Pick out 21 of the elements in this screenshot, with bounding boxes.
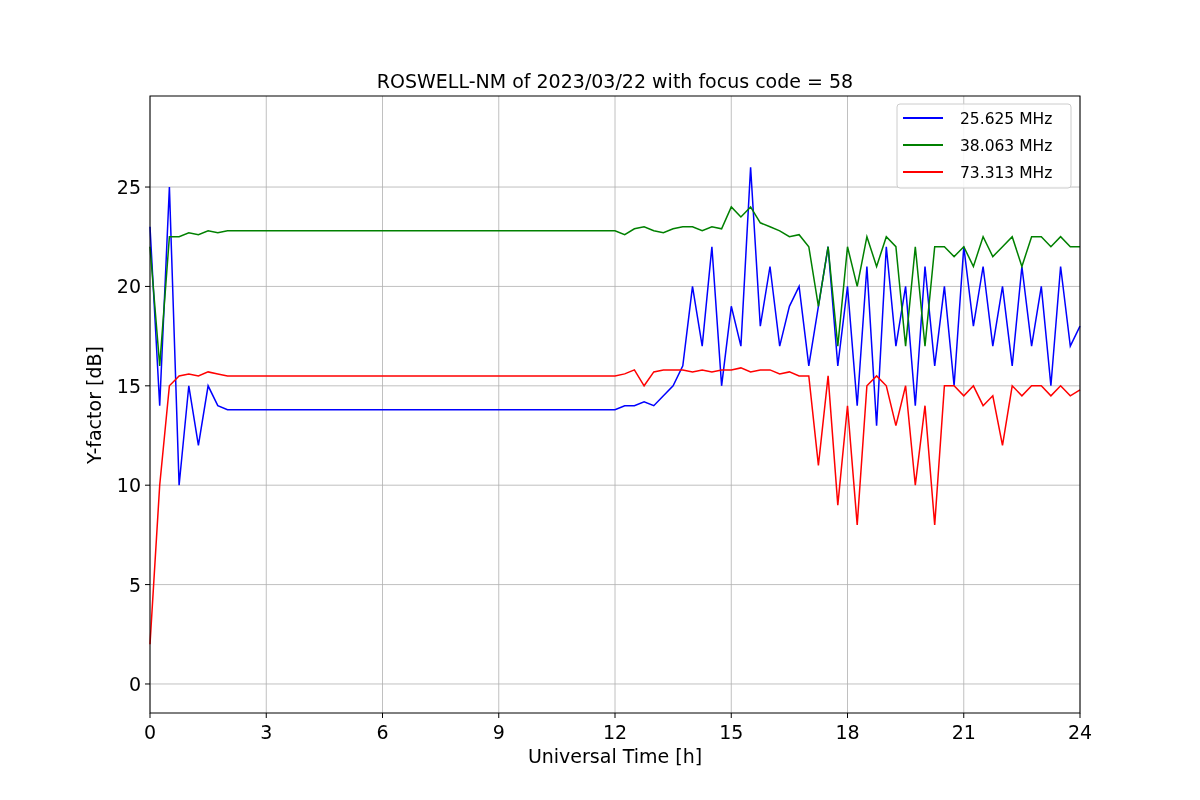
tick-label: 18 bbox=[835, 721, 860, 743]
y-axis-label: Y-factor [dB] bbox=[83, 346, 105, 464]
tick-label: 15 bbox=[116, 374, 141, 397]
tick-label: 5 bbox=[128, 573, 141, 596]
legend-label: 25.625 MHz bbox=[960, 110, 1053, 128]
tick-label: 21 bbox=[951, 721, 976, 743]
legend-label: 38.063 MHz bbox=[960, 137, 1053, 155]
tick-label: 6 bbox=[376, 721, 389, 743]
tick-label: 0 bbox=[143, 721, 157, 743]
legend-label: 73.313 MHz bbox=[960, 164, 1053, 182]
tick-label: 9 bbox=[492, 721, 505, 743]
tick-label: 24 bbox=[1067, 721, 1093, 743]
tick-label: 3 bbox=[260, 721, 273, 743]
chart-title: ROSWELL-NM of 2023/03/22 with focus code = 58 bbox=[376, 70, 854, 92]
tick-label: 25 bbox=[116, 176, 141, 199]
tick-label: 0 bbox=[128, 673, 141, 695]
tick-label: 10 bbox=[116, 474, 141, 497]
tick-label: 20 bbox=[116, 275, 141, 298]
tick-label: 12 bbox=[602, 721, 628, 743]
x-axis-label: Universal Time [h] bbox=[527, 745, 703, 767]
tick-label: 15 bbox=[719, 721, 744, 743]
